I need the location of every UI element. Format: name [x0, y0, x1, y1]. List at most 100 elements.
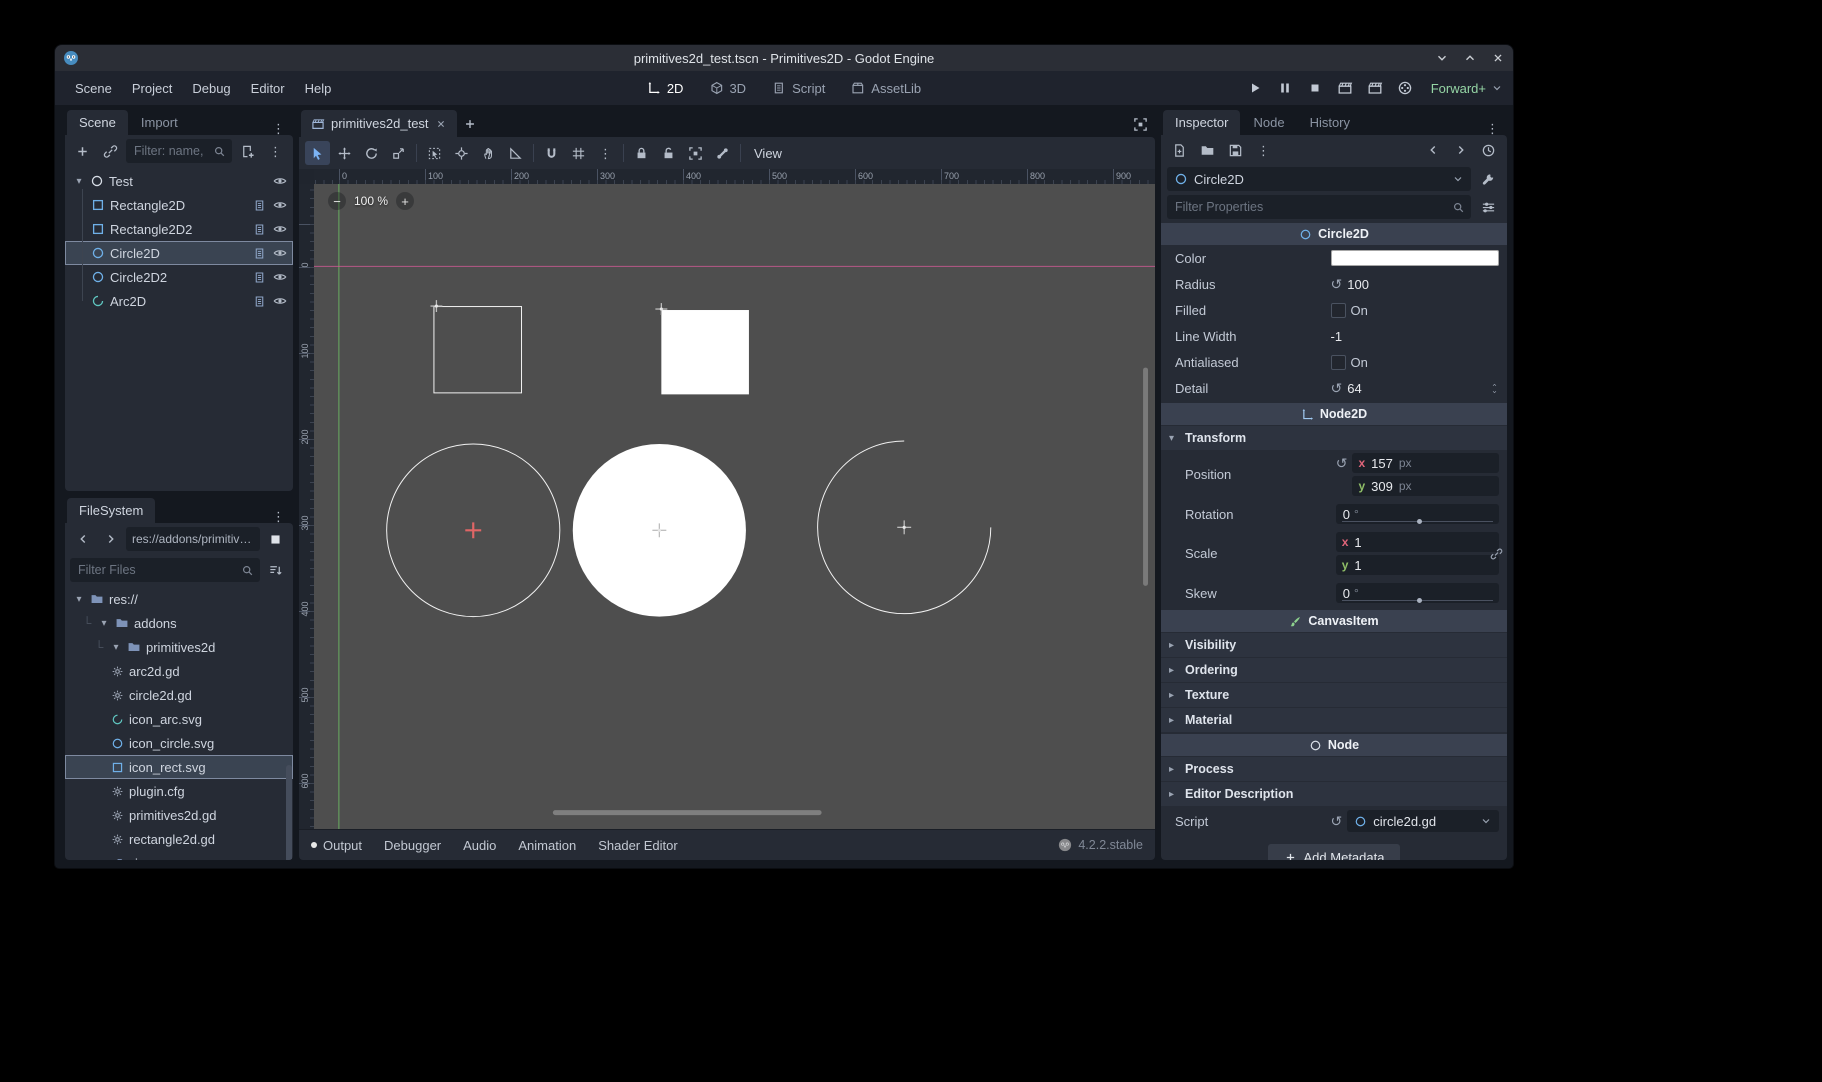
load-resource-button[interactable]	[1195, 138, 1220, 162]
fs-row-icon-arc-svg[interactable]: icon_arc.svg	[65, 707, 293, 731]
expand-arrow-icon[interactable]: ▾	[73, 594, 85, 605]
color-picker-swatch[interactable]	[1331, 250, 1499, 266]
revert-icon[interactable]: ↺	[1331, 381, 1343, 395]
pause-button[interactable]	[1273, 76, 1297, 100]
pivot-mode-button[interactable]	[449, 141, 474, 165]
group-process[interactable]: ▸Process	[1161, 757, 1507, 781]
ruler-mode-button[interactable]	[503, 141, 528, 165]
filesystem-dock-menu-icon[interactable]: ⋮	[266, 510, 291, 523]
expand-arrow-icon[interactable]: ▾	[73, 176, 85, 187]
fs-row-primitives2d-gd[interactable]: primitives2d.gd	[65, 803, 293, 827]
detail-stepper[interactable]	[1490, 382, 1499, 395]
fs-row-circle2d-gd[interactable]: circle2d.gd	[65, 683, 293, 707]
attached-script-icon[interactable]	[253, 223, 266, 236]
group-editor-description[interactable]: ▸Editor Description	[1161, 782, 1507, 806]
category-canvasitem[interactable]: CanvasItem	[1161, 610, 1507, 632]
scene-dock-menu-icon[interactable]: ⋮	[266, 122, 291, 135]
tab-history[interactable]: History	[1298, 110, 1362, 135]
fs-path[interactable]: res://addons/primitives2d/i	[132, 532, 254, 546]
tree-row-rectangle2d[interactable]: Rectangle2D	[65, 193, 293, 217]
skew-slider[interactable]	[1342, 600, 1493, 601]
fs-sort-icon[interactable]	[263, 558, 288, 582]
object-tools-icon[interactable]	[1476, 167, 1501, 191]
fs-back-button[interactable]	[70, 527, 95, 551]
play-button[interactable]	[1243, 76, 1267, 100]
save-resource-button[interactable]	[1223, 138, 1248, 162]
fs-row-icon-circle-svg[interactable]: icon_circle.svg	[65, 731, 293, 755]
visibility-eye-icon[interactable]	[273, 270, 287, 284]
maximize-button[interactable]	[1463, 51, 1477, 65]
menu-debug[interactable]: Debug	[182, 75, 240, 101]
zoom-out-button[interactable]: −	[328, 192, 346, 210]
add-metadata-button[interactable]: Add Metadata	[1268, 844, 1401, 860]
rotate-mode-button[interactable]	[359, 141, 384, 165]
new-scene-tab-button[interactable]	[457, 111, 483, 137]
line-width-value[interactable]: -1	[1331, 329, 1343, 344]
position-y-field[interactable]: y 309 px	[1352, 476, 1499, 496]
canvas-drawing-area[interactable]: − 100 % +	[314, 184, 1155, 829]
bottom-tab-output[interactable]: Output	[311, 838, 362, 853]
bottom-tab-debugger[interactable]: Debugger	[384, 838, 441, 853]
fs-row-images[interactable]: ▸ images	[65, 851, 293, 860]
fs-row-arc2d-gd[interactable]: arc2d.gd	[65, 659, 293, 683]
2d-viewport[interactable]: 0 100 200 300 400 500 600 700 800 900 0 …	[299, 169, 1155, 829]
fs-forward-button[interactable]	[98, 527, 123, 551]
tree-row-arc2d[interactable]: Arc2D	[65, 289, 293, 313]
expand-arrow-icon[interactable]: ▾	[98, 618, 110, 629]
fs-row-plugin-cfg[interactable]: plugin.cfg	[65, 779, 293, 803]
visibility-eye-icon[interactable]	[273, 174, 287, 188]
play-scene-button[interactable]	[1333, 76, 1357, 100]
renderer-dropdown[interactable]: Forward+	[1431, 81, 1503, 96]
group-ordering[interactable]: ▸Ordering	[1161, 658, 1507, 682]
history-back-button[interactable]	[1420, 138, 1445, 162]
bottom-tab-shader-editor[interactable]: Shader Editor	[598, 838, 678, 853]
group-transform[interactable]: ▾ Transform	[1161, 426, 1507, 450]
menu-editor[interactable]: Editor	[241, 75, 295, 101]
fs-row-icon-rect-svg[interactable]: icon_rect.svg	[65, 755, 293, 779]
menu-project[interactable]: Project	[122, 75, 182, 101]
titlebar[interactable]: primitives2d_test.tscn - Primitives2D - …	[55, 45, 1513, 71]
fs-row-primitives2d[interactable]: └ ▾ primitives2d	[65, 635, 293, 659]
movie-maker-button[interactable]	[1393, 76, 1417, 100]
tree-row-circle2d[interactable]: Circle2D	[65, 241, 293, 265]
radius-value[interactable]: 100	[1347, 277, 1369, 292]
visibility-eye-icon[interactable]	[273, 294, 287, 308]
bottom-tab-audio[interactable]: Audio	[463, 838, 496, 853]
workspace-2d[interactable]: 2D	[637, 75, 694, 101]
fs-filter-input[interactable]	[76, 562, 237, 578]
list-select-button[interactable]	[422, 141, 447, 165]
edit-history-icon[interactable]	[1476, 138, 1501, 162]
tab-scene[interactable]: Scene	[67, 110, 128, 135]
attached-script-icon[interactable]	[253, 199, 266, 212]
expand-viewport-icon[interactable]	[1127, 111, 1153, 137]
category-circle2d[interactable]: Circle2D	[1161, 223, 1507, 245]
history-forward-button[interactable]	[1448, 138, 1473, 162]
link-scale-icon[interactable]	[1490, 547, 1503, 560]
scale-mode-button[interactable]	[386, 141, 411, 165]
group-visibility[interactable]: ▸Visibility	[1161, 633, 1507, 657]
new-resource-button[interactable]	[1167, 138, 1192, 162]
revert-icon[interactable]: ↺	[1331, 814, 1343, 828]
category-node[interactable]: Node	[1161, 734, 1507, 756]
pan-mode-button[interactable]	[476, 141, 501, 165]
grid-snap-button[interactable]	[566, 141, 591, 165]
filesystem-scrollbar[interactable]	[286, 765, 292, 860]
scene-filter-input[interactable]	[132, 143, 209, 159]
workspace-script[interactable]: Script	[762, 75, 835, 101]
move-mode-button[interactable]	[332, 141, 357, 165]
view-menu-button[interactable]: View	[746, 141, 790, 165]
resource-options-icon[interactable]: ⋮	[1251, 144, 1276, 157]
lock-node-button[interactable]	[629, 141, 654, 165]
property-filter-input[interactable]	[1173, 199, 1448, 215]
visibility-eye-icon[interactable]	[273, 246, 287, 260]
fs-row-addons[interactable]: └ ▾ addons	[65, 611, 293, 635]
tree-row-test[interactable]: ▾ Test	[65, 169, 293, 193]
scale-x-field[interactable]: x 1	[1336, 532, 1499, 552]
play-custom-scene-button[interactable]	[1363, 76, 1387, 100]
skew-field[interactable]: 0 °	[1336, 583, 1499, 603]
inspector-dock-menu-icon[interactable]: ⋮	[1480, 122, 1505, 135]
menu-help[interactable]: Help	[295, 75, 342, 101]
zoom-in-button[interactable]: +	[396, 192, 414, 210]
antialiased-checkbox[interactable]	[1331, 355, 1346, 370]
filled-checkbox[interactable]	[1331, 303, 1346, 318]
